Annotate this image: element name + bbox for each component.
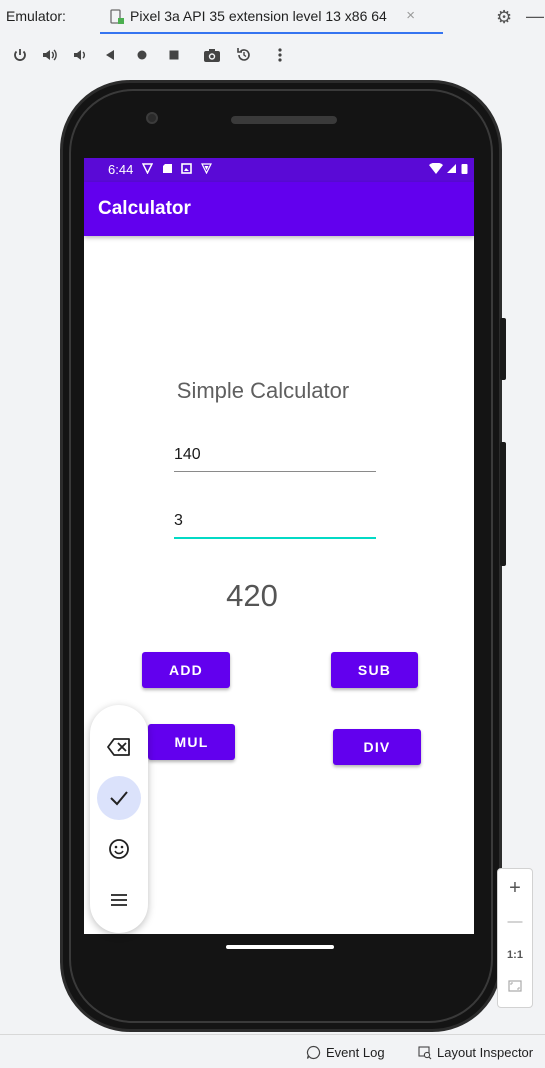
minimize-icon[interactable]: — [526, 6, 544, 27]
back-icon[interactable] [100, 45, 120, 65]
zoom-panel: + — 1:1 [497, 868, 533, 1008]
fit-screen-icon[interactable] [498, 979, 532, 997]
backspace-icon[interactable] [97, 725, 141, 769]
overview-icon[interactable] [164, 45, 184, 65]
shield-icon [201, 163, 212, 174]
sub-button[interactable]: SUB [331, 652, 418, 688]
first-number-field[interactable] [174, 438, 376, 472]
vpn-shield-icon [142, 163, 153, 174]
device-icon [110, 9, 124, 24]
layout-inspector-icon [418, 1045, 432, 1059]
emulator-label: Emulator: [6, 8, 66, 24]
div-button[interactable]: DIV [333, 729, 421, 765]
check-icon[interactable] [97, 776, 141, 820]
emulator-toolbar [0, 36, 545, 74]
device-tab-title: Pixel 3a API 35 extension level 13 x86 6… [130, 8, 387, 24]
result-text: 420 [226, 578, 278, 613]
gear-icon[interactable]: ⚙ [496, 7, 512, 28]
add-button[interactable]: ADD [142, 652, 230, 688]
emulator-tab-bar: Emulator: Pixel 3a API 35 extension leve… [0, 0, 545, 34]
gesture-nav-handle[interactable] [226, 945, 334, 949]
device-tab[interactable]: Pixel 3a API 35 extension level 13 x86 6… [100, 0, 443, 34]
status-time: 6:44 [108, 162, 134, 177]
camera-icon[interactable] [202, 45, 222, 65]
volume-down-icon[interactable] [70, 45, 90, 65]
power-icon[interactable] [10, 45, 30, 65]
photo-icon [181, 163, 192, 174]
zoom-in-button[interactable]: + [498, 877, 532, 900]
earpiece-speaker [231, 116, 337, 124]
signal-icon [447, 164, 456, 173]
front-camera [146, 112, 158, 124]
layout-inspector-button[interactable]: Layout Inspector [418, 1045, 533, 1060]
battery-icon [461, 164, 468, 174]
zoom-out-button[interactable]: — [498, 913, 532, 930]
zoom-actual-size-button[interactable]: 1:1 [498, 949, 532, 961]
more-icon[interactable] [270, 45, 290, 65]
home-icon[interactable] [132, 45, 152, 65]
calculator-heading: Simple Calculator [176, 378, 350, 403]
close-tab-icon[interactable]: × [406, 7, 415, 24]
layout-inspector-label: Layout Inspector [437, 1045, 534, 1060]
sd-card-icon [163, 164, 172, 173]
mul-button[interactable]: MUL [148, 724, 235, 760]
volume-side-button [500, 442, 506, 566]
wifi-icon [429, 163, 443, 174]
system-status-bar: 6:44 [84, 158, 474, 182]
menu-icon[interactable] [97, 878, 141, 922]
power-side-button [500, 318, 506, 380]
floating-toolbar [90, 705, 148, 933]
app-bar: Calculator [84, 182, 474, 236]
ide-status-bar: Event Log Layout Inspector [0, 1034, 545, 1068]
volume-up-icon[interactable] [40, 45, 60, 65]
event-log-label: Event Log [326, 1045, 385, 1060]
first-number-input[interactable] [174, 438, 376, 471]
event-log-icon [306, 1045, 321, 1060]
second-number-input[interactable] [174, 505, 376, 537]
app-title: Calculator [98, 198, 191, 219]
emoji-icon[interactable] [97, 827, 141, 871]
rotate-icon[interactable] [234, 45, 254, 65]
second-number-field[interactable] [174, 505, 376, 539]
event-log-button[interactable]: Event Log [306, 1045, 385, 1060]
